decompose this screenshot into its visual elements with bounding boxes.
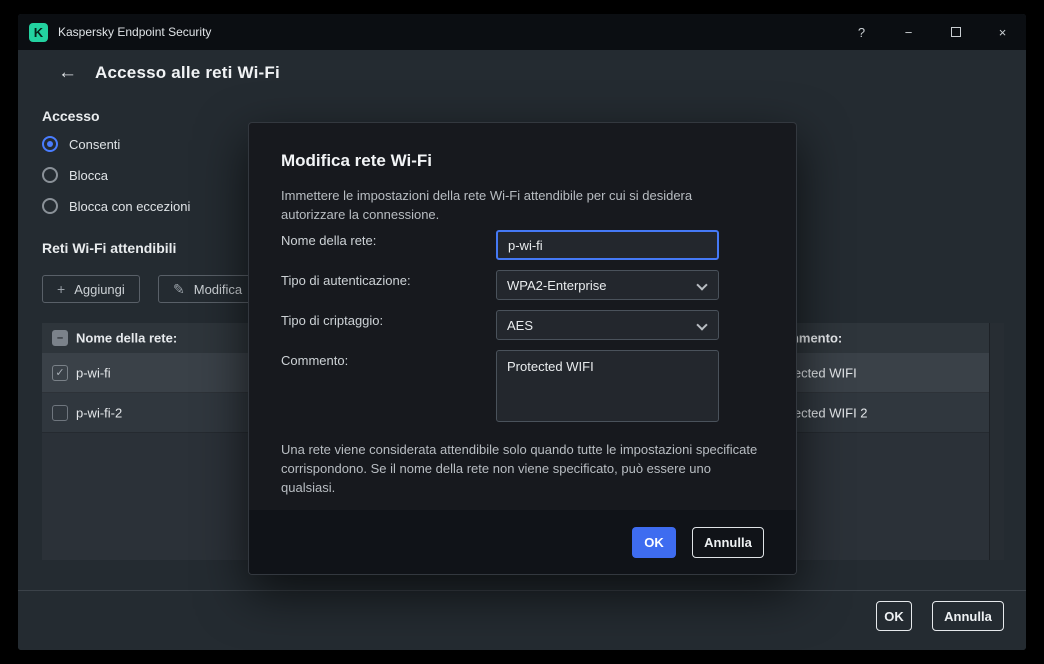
access-heading: Accesso	[42, 108, 100, 124]
encryption-type-label: Tipo di criptaggio:	[281, 313, 383, 328]
chevron-down-icon	[696, 319, 707, 330]
maximize-glyph	[951, 27, 961, 37]
plus-icon: +	[57, 281, 65, 297]
dialog-ok-button[interactable]: OK	[632, 527, 676, 558]
comment-label: Commento:	[281, 353, 348, 368]
dialog-description: Immettere le impostazioni della rete Wi-…	[281, 187, 755, 225]
auth-type-value: WPA2-Enterprise	[507, 278, 606, 293]
radio-label: Blocca con eccezioni	[69, 199, 190, 214]
dialog-note: Una rete viene considerata attendibile s…	[281, 441, 763, 498]
dialog-footer: OK Annulla	[249, 510, 796, 574]
window-title: Kaspersky Endpoint Security	[58, 25, 211, 39]
radio-button-icon	[42, 198, 58, 214]
network-name-cell: p-wi-fi	[76, 365, 111, 380]
row-checkbox[interactable]	[52, 405, 68, 421]
auth-type-select[interactable]: WPA2-Enterprise	[496, 270, 719, 300]
ok-button[interactable]: OK	[876, 601, 912, 631]
edit-wifi-dialog: Modifica rete Wi-Fi Immettere le imposta…	[248, 122, 797, 575]
pencil-icon: ✎	[173, 281, 185, 298]
radio-blocca[interactable]: Blocca	[42, 167, 108, 183]
auth-type-label: Tipo di autenticazione:	[281, 273, 411, 288]
encryption-type-value: AES	[507, 318, 533, 333]
edit-button-label: Modifica	[194, 282, 242, 297]
encryption-type-select[interactable]: AES	[496, 310, 719, 340]
table-scrollbar[interactable]	[989, 323, 1004, 560]
comment-textarea[interactable]: Protected WIFI	[496, 350, 719, 422]
title-bar: K Kaspersky Endpoint Security ? − ×	[18, 14, 1026, 50]
close-icon[interactable]: ×	[979, 14, 1026, 50]
select-all-checkbox[interactable]: –	[52, 330, 68, 346]
name-column-header[interactable]: Nome della rete:	[76, 331, 177, 346]
page-header: ← Accesso alle reti Wi-Fi	[58, 62, 280, 84]
footer-divider	[18, 590, 1026, 591]
chevron-down-icon	[696, 279, 707, 290]
radio-button-icon	[42, 136, 58, 152]
radio-consenti[interactable]: Consenti	[42, 136, 120, 152]
kaspersky-logo-icon: K	[29, 23, 48, 42]
radio-blocca-eccezioni[interactable]: Blocca con eccezioni	[42, 198, 190, 214]
radio-label: Blocca	[69, 168, 108, 183]
back-arrow-icon[interactable]: ←	[58, 62, 77, 84]
trusted-networks-heading: Reti Wi-Fi attendibili	[42, 240, 176, 256]
checkbox-indeterminate-icon: –	[52, 330, 68, 346]
maximize-icon[interactable]	[932, 14, 979, 50]
add-button-label: Aggiungi	[74, 282, 125, 297]
dialog-cancel-button[interactable]: Annulla	[692, 527, 764, 558]
checkbox-check-icon: ✓	[52, 365, 68, 381]
page-title: Accesso alle reti Wi-Fi	[95, 63, 280, 83]
dialog-title: Modifica rete Wi-Fi	[281, 151, 432, 171]
checkbox-empty-icon	[52, 405, 68, 421]
help-icon[interactable]: ?	[838, 14, 885, 50]
radio-button-icon	[42, 167, 58, 183]
network-name-label: Nome della rete:	[281, 233, 376, 248]
minimize-icon[interactable]: −	[885, 14, 932, 50]
network-name-cell: p-wi-fi-2	[76, 405, 122, 420]
radio-label: Consenti	[69, 137, 120, 152]
app-root: K Kaspersky Endpoint Security ? − × ← Ac…	[0, 0, 1044, 664]
window-controls: ? − ×	[838, 14, 1026, 50]
cancel-button[interactable]: Annulla	[932, 601, 1004, 631]
add-button[interactable]: + Aggiungi	[42, 275, 140, 303]
row-checkbox[interactable]: ✓	[52, 365, 68, 381]
network-name-input[interactable]	[496, 230, 719, 260]
